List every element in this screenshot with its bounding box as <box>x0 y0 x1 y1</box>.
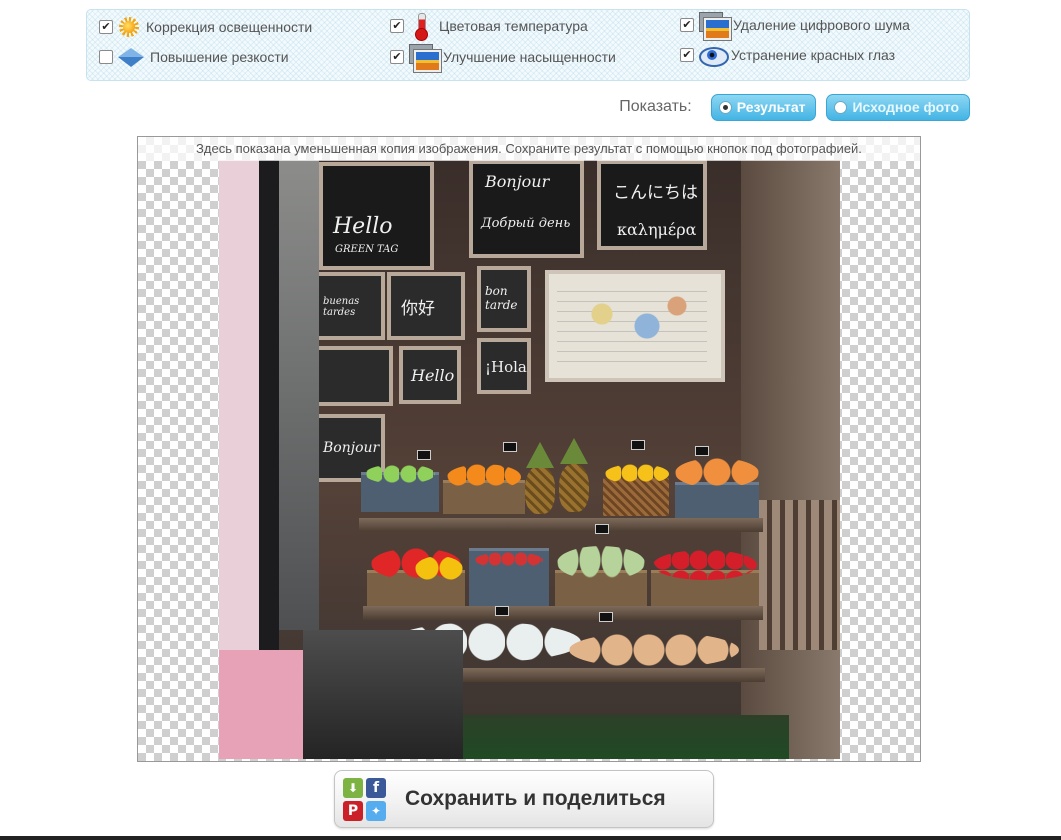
photo-pineapple <box>559 464 589 512</box>
photo-price-tag <box>695 446 709 456</box>
photo-frame: Hello GREEN TAG <box>319 162 434 270</box>
facebook-icon[interactable]: f <box>366 777 386 798</box>
option-sharpening[interactable]: Повышение резкости <box>99 45 289 69</box>
chalk-text: Bonjour <box>485 172 550 191</box>
option-label: Улучшение насыщенности <box>443 49 616 65</box>
enhancement-options-panel: Коррекция освещенности Цветовая температ… <box>86 9 970 81</box>
photo-doorstep <box>303 630 463 759</box>
chalk-text: bon tarde <box>485 284 518 312</box>
chalk-text: こんにちは <box>613 183 698 203</box>
checkbox-red-eye[interactable] <box>680 48 694 62</box>
option-label: Коррекция освещенности <box>146 19 313 35</box>
photo-frame: Bonjour Добрый день <box>469 160 584 258</box>
pinterest-icon[interactable]: P <box>343 800 363 821</box>
chalk-text: GREEN TAG <box>335 244 399 255</box>
radio-selected-icon <box>718 100 732 114</box>
chalk-text: 你好 <box>401 299 435 319</box>
show-label: Показать: <box>619 98 692 115</box>
photo-grass-floor <box>409 715 789 759</box>
option-label: Устранение красных глаз <box>731 47 896 63</box>
image-preview: Здесь показана уменьшенная копия изображ… <box>137 136 921 762</box>
checkbox-sharpening[interactable] <box>99 50 113 64</box>
sun-icon <box>116 15 142 39</box>
checkbox-saturation[interactable] <box>390 50 404 64</box>
photo-frame: buenas tardes <box>315 272 385 340</box>
chalk-text: καλημέρα <box>617 220 697 239</box>
show-toggle: Показать: Результат Исходное фото <box>619 93 970 121</box>
photo-pineapple-leaves <box>560 438 588 464</box>
photo-map-poster <box>545 270 725 382</box>
checkbox-noise-removal[interactable] <box>680 18 694 32</box>
photo-price-tag <box>631 440 645 450</box>
option-label: Цветовая температура <box>439 18 588 34</box>
option-lighting-correction[interactable]: Коррекция освещенности <box>99 15 312 39</box>
option-label: Повышение резкости <box>150 49 289 65</box>
thermometer-icon <box>407 13 435 41</box>
photo-lemons <box>605 464 669 484</box>
eye-icon <box>697 43 729 67</box>
photo-shelf-middle <box>363 606 763 620</box>
photo-price-tag <box>503 442 517 452</box>
photo-frame: ¡Hola <box>477 338 531 394</box>
photo-frame: 你好 <box>387 272 465 340</box>
checkbox-color-temperature[interactable] <box>390 19 404 33</box>
option-label: Удаление цифрового шума <box>733 17 910 33</box>
photo-red-tomatoes <box>653 550 757 580</box>
photo-limes <box>365 464 435 484</box>
photo-frame <box>315 346 393 406</box>
chalk-text: Hello <box>333 214 393 239</box>
option-saturation[interactable]: Улучшение насыщенности <box>390 44 616 73</box>
twitter-icon[interactable]: ✦ <box>366 800 386 821</box>
photo-pink-base <box>219 650 303 759</box>
option-red-eye[interactable]: Устранение красных глаз <box>680 43 895 67</box>
option-color-temperature[interactable]: Цветовая температура <box>390 13 588 41</box>
checkbox-lighting-correction[interactable] <box>99 20 113 34</box>
photo-cherry-tomatoes <box>475 552 543 568</box>
photo-price-tag <box>495 606 509 616</box>
photo-price-tag <box>595 524 609 534</box>
photo-price-tag <box>599 612 613 622</box>
photo-green-squash <box>557 546 645 580</box>
processed-photo: Hello GREEN TAG Bonjour Добрый день こんにち… <box>219 160 840 759</box>
download-icon[interactable]: ⬇ <box>343 777 363 798</box>
photo-onions <box>569 632 739 668</box>
photo-frame: こんにちは καλημέρα <box>597 160 707 250</box>
show-result-label: Результат <box>736 99 806 115</box>
photo-frame: Hello <box>399 346 461 404</box>
save-and-share-button[interactable]: ⬇ f P ✦ Сохранить и поделиться <box>334 770 714 828</box>
photo-saturation-icon <box>407 44 442 73</box>
photo-grapefruit <box>675 458 759 488</box>
chalk-text: Hello <box>411 366 455 385</box>
chalk-text: Добрый день <box>481 216 571 231</box>
diamond-icon <box>116 46 146 68</box>
photo-pineapple-leaves <box>526 442 554 468</box>
option-noise-removal[interactable]: Удаление цифрового шума <box>680 12 910 41</box>
chalk-text: ¡Hola <box>485 358 527 376</box>
show-original-button[interactable]: Исходное фото <box>826 93 970 121</box>
chalk-text: Bonjour <box>323 440 380 456</box>
photo-price-tag <box>417 450 431 460</box>
preview-notice: Здесь показана уменьшенная копия изображ… <box>138 137 920 161</box>
photo-shelf-upper <box>359 518 763 532</box>
photo-wooden-rails <box>759 500 840 650</box>
photo-noise-icon <box>697 12 732 41</box>
map-drawing <box>557 282 707 362</box>
show-original-label: Исходное фото <box>852 99 959 115</box>
photo-pineapple <box>525 466 555 514</box>
save-button-label: Сохранить и поделиться <box>405 787 666 810</box>
photo-yellow-peppers <box>415 556 463 582</box>
photo-window <box>277 160 319 630</box>
radio-unselected-icon <box>834 100 848 114</box>
bottom-divider <box>0 836 1061 840</box>
show-result-button[interactable]: Результат <box>710 93 817 121</box>
photo-door-frame <box>259 160 279 720</box>
chalk-text: buenas tardes <box>323 296 360 318</box>
photo-oranges <box>447 464 521 490</box>
photo-frame: bon tarde <box>477 266 531 332</box>
share-icons: ⬇ f P ✦ <box>343 777 386 821</box>
